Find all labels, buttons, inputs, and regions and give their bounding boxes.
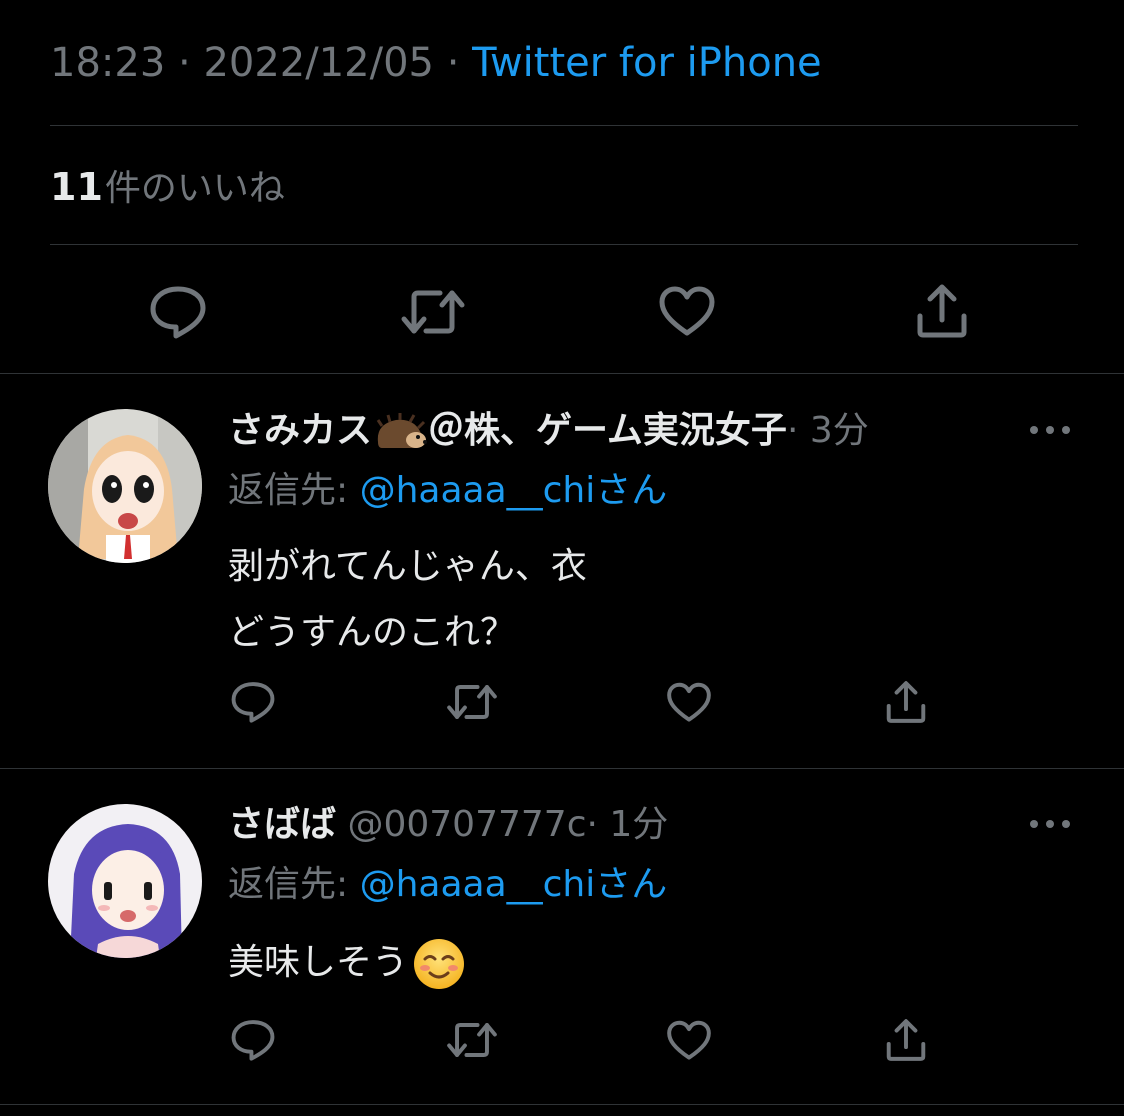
reply-button[interactable] (228, 678, 278, 726)
reply-time[interactable]: · 1分 (587, 804, 669, 845)
like-button[interactable] (664, 680, 714, 726)
mention-suffix: さん (595, 864, 668, 905)
reply-text: 剥がれてんじゃん、衣 どうすんのこれ？ (228, 534, 587, 666)
more-options-button[interactable] (1020, 410, 1080, 450)
reply-time[interactable]: · 3分 (787, 410, 869, 451)
likes-row[interactable]: 11件のいいね (50, 162, 285, 212)
mention-link[interactable]: @haaaa__chi (360, 470, 596, 511)
retweet-icon (447, 685, 497, 719)
reply-to-label: 返信先: (228, 864, 360, 905)
reply-to-line: 返信先: @haaaa__chiさん (228, 860, 667, 910)
divider (0, 768, 1124, 769)
retweet-button[interactable] (398, 282, 468, 342)
retweet-icon (447, 1023, 497, 1057)
reply-bubble-icon (231, 682, 275, 723)
reply-text-line: 美味しそう (228, 942, 409, 983)
heart-icon (667, 1020, 711, 1060)
like-button[interactable] (656, 282, 718, 342)
heart-icon (667, 682, 711, 722)
reply-text: 美味しそう (228, 930, 466, 996)
mention-link[interactable]: @haaaa__chi (360, 864, 596, 905)
reply-header: さみカス ＠株、ゲーム実況女子· 3分 (228, 406, 869, 456)
retweet-icon (401, 290, 465, 334)
share-button[interactable] (912, 280, 972, 342)
reply-button[interactable] (146, 282, 210, 342)
retweet-button[interactable] (444, 1018, 500, 1062)
divider (50, 125, 1078, 126)
mention-suffix: さん (595, 470, 668, 511)
tweet-meta: 18:23 · 2022/12/05 · Twitter for iPhone (50, 38, 822, 88)
likes-count: 11 (50, 165, 103, 209)
user-handle[interactable]: @00707777c (347, 804, 586, 845)
like-button[interactable] (664, 1018, 714, 1064)
more-dots-icon (1030, 820, 1070, 828)
display-name[interactable]: さばば (228, 804, 336, 845)
hedgehog-icon (376, 413, 428, 448)
reply-to-label: 返信先: (228, 470, 360, 511)
reply-bubble-icon (150, 286, 206, 339)
divider (0, 1104, 1124, 1105)
reply-to-line: 返信先: @haaaa__chiさん (228, 466, 667, 516)
tweet-time: 18:23 (50, 40, 166, 86)
retweet-button[interactable] (444, 680, 500, 724)
reply-text-line: どうすんのこれ？ (228, 612, 517, 653)
share-button[interactable] (882, 678, 930, 726)
heart-icon (659, 286, 715, 336)
share-upload-icon (917, 284, 967, 338)
divider (0, 373, 1124, 374)
reply-text-line: 剥がれてんじゃん、衣 (228, 546, 587, 587)
tweet-date: 2022/12/05 (203, 40, 434, 86)
share-upload-icon (886, 1019, 926, 1061)
display-name[interactable]: さみカス ＠株、ゲーム実況女子 (228, 410, 787, 451)
more-options-button[interactable] (1020, 804, 1080, 844)
share-upload-icon (886, 681, 926, 723)
more-dots-icon (1030, 426, 1070, 434)
divider (50, 244, 1078, 245)
reply-button[interactable] (228, 1016, 278, 1064)
smiling-face-icon (414, 939, 465, 989)
share-button[interactable] (882, 1016, 930, 1064)
avatar[interactable] (48, 409, 202, 563)
likes-label: 件のいいね (104, 168, 285, 209)
meta-separator: · (433, 40, 473, 86)
reply-bubble-icon (231, 1020, 275, 1061)
tweet-source-link[interactable]: Twitter for iPhone (472, 40, 822, 86)
reply-header: さばば @00707777c· 1分 (228, 800, 668, 850)
meta-separator: · (165, 40, 204, 86)
avatar[interactable] (48, 804, 202, 958)
